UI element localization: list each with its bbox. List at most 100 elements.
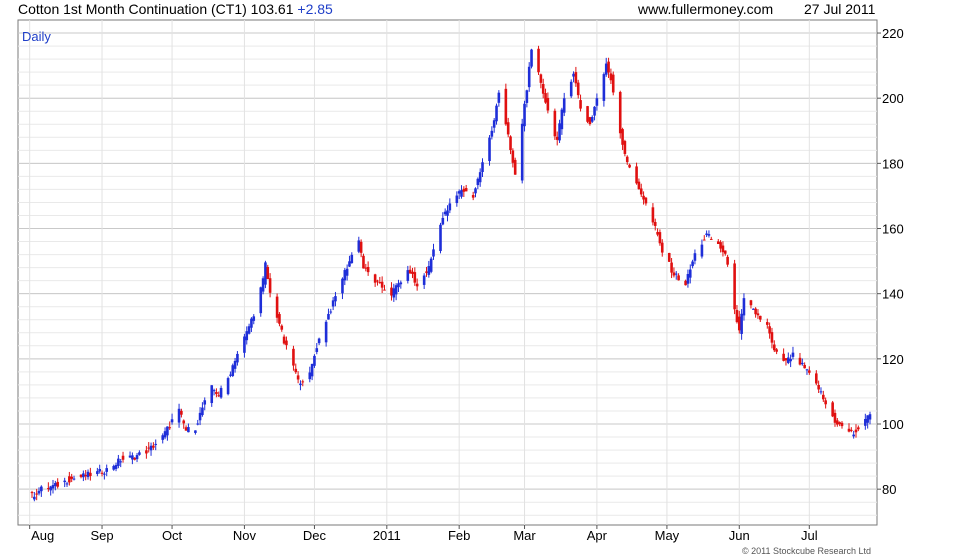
candle-body [292,348,295,366]
candle-body [168,427,172,429]
candle-body [457,191,461,194]
candle-body [425,271,428,273]
candle-body [527,66,531,88]
candle-body [259,287,263,314]
candle-body [261,278,265,292]
candle-body [96,471,99,475]
candle-body [443,211,447,215]
candle-body [247,326,251,334]
candle-body [513,159,517,175]
candle-body [756,313,760,316]
candle-body [33,496,36,500]
candle-body [604,63,608,75]
candle-body [798,357,802,365]
candle-body [691,261,694,267]
candle-body [79,474,83,477]
candle-body [511,150,515,163]
candle-body [544,93,547,103]
candle-body [635,166,638,184]
candle-body [264,262,267,285]
candle-body [413,272,417,283]
candle-body [854,429,858,433]
candle-body [212,390,216,392]
candle-body [203,400,207,405]
y-tick-label: 160 [882,222,904,237]
x-tick-label: Feb [448,528,470,543]
x-tick-label: May [655,528,680,543]
candle-body [210,385,214,404]
y-tick-label: 200 [882,91,904,106]
candle-body [462,188,466,192]
candle-body [768,326,771,334]
candle-body [408,269,412,274]
candle-body [733,263,736,310]
candle-body [84,474,87,477]
candle-body [40,486,43,492]
candle-body [471,195,475,198]
candle-body [317,338,321,344]
candle-body [817,384,820,390]
x-tick-label: Aug [31,528,54,543]
candle-body [815,373,818,384]
candle-body [394,285,398,295]
candle-body [576,82,580,96]
candle-body [315,348,319,352]
candle-body [180,410,183,415]
candle-body [411,271,414,274]
candle-body [639,188,643,195]
candle-body [278,314,281,324]
candle-body [70,476,73,479]
candle-body [495,105,498,122]
candle-body [215,391,218,395]
candle-body [68,476,71,483]
candle-body [602,74,606,101]
candle-body [831,402,834,417]
candle-body [726,256,729,265]
candle-body [852,434,855,437]
candle-body [112,465,116,470]
candle-body [399,282,403,285]
candle-body [579,100,582,109]
candle-body [478,172,482,183]
candle-body [56,481,59,487]
candle-body [49,486,52,491]
candle-body [327,313,330,320]
candle-body [656,231,659,235]
x-tick-label: 2011 [373,528,401,543]
copyright-notice: © 2011 Stockcube Research Ltd [742,546,872,556]
candle-body [742,298,746,316]
candle-body [723,250,727,254]
candle-body [285,340,288,346]
candle-body [229,374,232,376]
candle-body [89,472,92,477]
candle-body [560,109,564,130]
candle-body [850,429,853,431]
candle-body [198,412,202,421]
candle-body [177,408,181,423]
y-tick-label: 180 [882,156,904,171]
candle-body [343,270,347,281]
candle-body [611,74,615,93]
candle-body [686,274,690,284]
candle-body [427,266,431,275]
candle-body [705,233,708,235]
x-tick-label: Jun [729,528,750,543]
candle-body [546,97,550,111]
candle-body [476,178,480,186]
candle-body [702,239,706,241]
candle-body [432,249,435,257]
candle-body [758,315,762,320]
candle-body [329,311,333,313]
candle-body [819,391,823,393]
candle-body [737,316,741,331]
candle-body [572,73,575,77]
candle-body [537,48,540,73]
candle-body [82,473,85,478]
candle-body [553,110,557,137]
candle-body [163,431,167,438]
candle-body [866,415,869,423]
candle-body [448,203,452,211]
candle-body [618,91,622,134]
candle-body [446,210,449,216]
candle-body [864,419,867,426]
